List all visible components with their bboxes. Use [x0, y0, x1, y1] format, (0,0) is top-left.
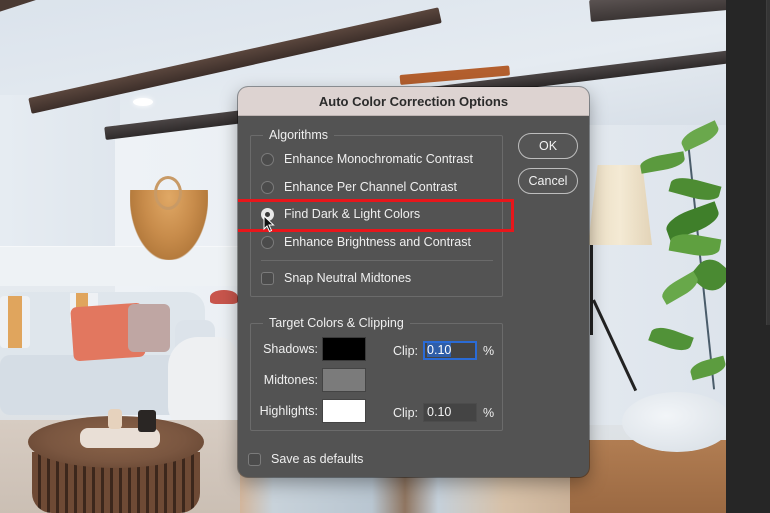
shadows-label: Shadows:	[263, 342, 318, 356]
algorithms-group: Algorithms Enhance Monochromatic Contras…	[250, 127, 503, 297]
shadows-clip: Clip: 0.10 %	[393, 341, 494, 360]
photo-pillow	[0, 296, 30, 348]
radio-enhance-monochromatic-contrast[interactable]: Enhance Monochromatic Contrast	[261, 152, 473, 166]
radio-button[interactable]	[261, 180, 274, 194]
arrow-pointer-icon	[263, 214, 275, 233]
checkbox-label: Save as defaults	[271, 452, 364, 466]
photo-lamp-pole	[590, 245, 593, 335]
radio-find-dark-light-colors[interactable]: Find Dark & Light Colors	[261, 207, 420, 221]
checkbox-label: Snap Neutral Midtones	[284, 271, 412, 285]
shadows-clip-input[interactable]: 0.10	[423, 341, 478, 360]
percent-unit: %	[483, 405, 495, 420]
shadows-color-swatch[interactable]	[322, 337, 366, 361]
clip-value: 0.10	[427, 343, 452, 357]
clip-label: Clip:	[393, 405, 419, 420]
highlights-color-swatch[interactable]	[322, 399, 366, 423]
photo-ceiling-light	[133, 98, 153, 106]
save-as-defaults-checkbox[interactable]: Save as defaults	[248, 452, 363, 466]
highlights-clip-input[interactable]: 0.10	[423, 403, 478, 422]
midtones-row: Midtones:	[238, 368, 366, 392]
checkbox[interactable]	[248, 452, 261, 466]
shadows-row: Shadows:	[238, 337, 366, 361]
midtones-label: Midtones:	[263, 373, 318, 387]
photo-side-table	[622, 392, 726, 452]
highlights-row: Highlights:	[238, 399, 366, 423]
right-panel	[726, 0, 770, 513]
option-label: Find Dark & Light Colors	[284, 207, 421, 221]
target-colors-legend: Target Colors & Clipping	[263, 315, 410, 331]
percent-unit: %	[483, 343, 495, 358]
algorithms-legend: Algorithms	[263, 127, 335, 143]
photo-wall-hanging-ring	[154, 176, 182, 210]
midtones-color-swatch[interactable]	[322, 368, 366, 392]
cancel-button[interactable]: Cancel	[518, 168, 578, 194]
photo-red-lamp	[210, 290, 238, 304]
highlights-clip: Clip: 0.10 %	[393, 403, 494, 422]
radio-enhance-brightness-contrast[interactable]: Enhance Brightness and Contrast	[261, 235, 471, 249]
photo-candle	[108, 409, 122, 429]
separator	[261, 260, 493, 261]
auto-color-correction-dialog: Auto Color Correction Options Algorithms…	[238, 87, 589, 477]
option-label: Enhance Monochromatic Contrast	[284, 152, 473, 166]
radio-enhance-per-channel-contrast[interactable]: Enhance Per Channel Contrast	[261, 180, 457, 194]
panel-edge	[766, 0, 770, 325]
checkbox[interactable]	[261, 271, 274, 285]
snap-neutral-midtones-checkbox[interactable]: Snap Neutral Midtones	[261, 271, 411, 285]
photo-baseboard	[0, 246, 240, 286]
photo-lamp-shade	[588, 165, 652, 245]
radio-button[interactable]	[261, 235, 274, 249]
option-label: Enhance Per Channel Contrast	[284, 180, 458, 194]
dialog-titlebar[interactable]: Auto Color Correction Options	[238, 87, 589, 116]
clip-value: 0.10	[427, 405, 452, 419]
photo-pillow	[128, 304, 170, 352]
photo-throw-blanket	[168, 337, 238, 427]
dialog-title: Auto Color Correction Options	[318, 93, 509, 109]
option-label: Enhance Brightness and Contrast	[284, 235, 471, 249]
radio-button[interactable]	[261, 152, 274, 166]
clip-label: Clip:	[393, 343, 419, 358]
highlights-label: Highlights:	[259, 404, 318, 418]
ok-button[interactable]: OK	[518, 133, 578, 159]
photo-vase	[138, 410, 156, 432]
